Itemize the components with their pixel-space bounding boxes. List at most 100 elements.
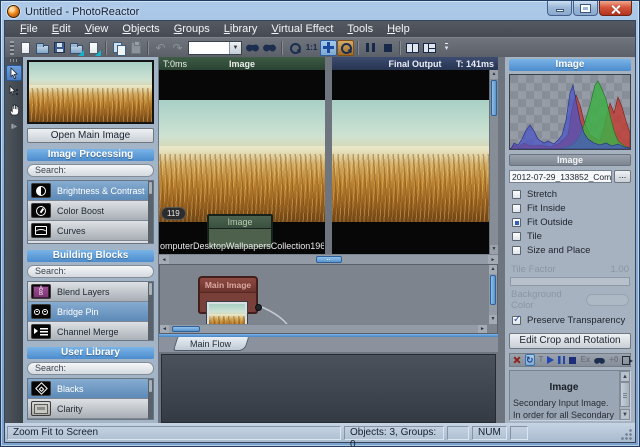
stop-button[interactable]: [379, 40, 396, 56]
menu-help[interactable]: Help: [380, 22, 417, 36]
redo-button[interactable]: ↷: [169, 40, 186, 56]
workspace-layout-button[interactable]: [421, 40, 438, 56]
plus-zero-button[interactable]: +0: [609, 356, 618, 364]
final-preview-viewport[interactable]: ▲ ▼: [332, 70, 498, 254]
zoom-level-combo[interactable]: ▼: [188, 41, 242, 55]
menu-virtual-effect[interactable]: Virtual Effect: [264, 22, 340, 36]
tile-checkbox[interactable]: [512, 232, 521, 241]
list-item-channel-merge[interactable]: Channel Merge: [28, 322, 153, 341]
scroll-left-icon[interactable]: ◄: [159, 255, 169, 264]
copy-button[interactable]: [110, 40, 127, 56]
section-header-building-blocks[interactable]: Building Blocks: [27, 250, 154, 262]
scroll-down-icon[interactable]: ▼: [489, 315, 497, 324]
close-button[interactable]: [599, 1, 632, 16]
section-header-image-processing[interactable]: Image Processing: [27, 149, 154, 161]
source-preview-header[interactable]: T:0ms Image: [159, 57, 325, 70]
actual-size-button[interactable]: 1:1: [303, 40, 320, 56]
section-header-user-library[interactable]: User Library: [27, 347, 154, 359]
export-object-button[interactable]: [622, 356, 630, 365]
node-editor[interactable]: Main Image ◄ ► ▲ ▼: [159, 264, 498, 334]
pause-button-small[interactable]: [558, 356, 565, 364]
background-color-swatch[interactable]: [586, 294, 629, 306]
option-tile[interactable]: Tile: [509, 230, 631, 243]
browse-button[interactable]: ...: [614, 170, 631, 183]
new-document-button[interactable]: [17, 40, 34, 56]
menu-tools[interactable]: Tools: [340, 22, 380, 36]
reactor-icon[interactable]: [513, 356, 521, 364]
find-object-button[interactable]: [594, 357, 605, 364]
scroll-right-icon[interactable]: ►: [488, 255, 498, 264]
resize-grip[interactable]: [621, 428, 633, 440]
list-item-comparison[interactable]: Comparison B_A: [28, 419, 153, 420]
play-button[interactable]: [547, 356, 554, 364]
paste-button[interactable]: [127, 40, 144, 56]
final-preview-vertical-scrollbar[interactable]: ▲ ▼: [489, 70, 498, 254]
toolstrip-expand-icon[interactable]: ▮▸: [11, 123, 17, 130]
list-item-color-boost[interactable]: Color Boost: [28, 201, 153, 221]
list-scrollbar[interactable]: [148, 282, 153, 340]
scroll-down-icon[interactable]: ▼: [490, 245, 498, 254]
building-blocks-search-input[interactable]: Search:: [27, 265, 154, 278]
menu-groups[interactable]: Groups: [167, 22, 217, 36]
titlebar[interactable]: Untitled - PhotoReactor: [1, 1, 639, 20]
list-item-partial[interactable]: [28, 241, 153, 244]
stop-button-small[interactable]: [569, 357, 576, 364]
find-button[interactable]: [244, 40, 261, 56]
image-section-bar[interactable]: Image: [509, 154, 631, 166]
pan-tool-button[interactable]: [6, 101, 22, 117]
split-view-button[interactable]: [404, 40, 421, 56]
find-next-button[interactable]: [261, 40, 278, 56]
image-processing-search-input[interactable]: Search:: [27, 164, 154, 177]
open-file-button[interactable]: [34, 40, 51, 56]
list-item-blend-layers[interactable]: AB Blend Layers: [28, 282, 153, 302]
save-button[interactable]: [51, 40, 68, 56]
fit-outside-checkbox[interactable]: [512, 218, 521, 227]
fit-to-screen-button[interactable]: [320, 40, 337, 56]
node-select-tool-button[interactable]: [6, 83, 22, 99]
menu-objects[interactable]: Objects: [115, 22, 166, 36]
option-stretch[interactable]: Stretch: [509, 188, 631, 201]
zoom-tool-button[interactable]: [337, 40, 354, 56]
toolbar-overflow-button[interactable]: ▾: [438, 40, 455, 56]
list-scrollbar[interactable]: [148, 181, 153, 243]
pause-button[interactable]: [362, 40, 379, 56]
tab-main-flow[interactable]: Main Flow: [173, 337, 250, 351]
scroll-up-icon[interactable]: ▲: [490, 70, 498, 79]
menu-library[interactable]: Library: [217, 22, 265, 36]
combo-dropdown-icon[interactable]: ▼: [229, 42, 241, 54]
size-and-place-checkbox[interactable]: [512, 246, 521, 255]
source-preview-viewport[interactable]: 119 Image omputerDesktopWallpapersCollec…: [159, 70, 325, 254]
filename-field[interactable]: 2012-07-29_133852_Compu: [509, 170, 612, 183]
main-image-thumbnail[interactable]: [27, 60, 154, 124]
ex-button[interactable]: Ex: [580, 356, 590, 364]
info-scrollbar[interactable]: ▲ ▼: [619, 371, 630, 420]
option-fit-outside[interactable]: Fit Outside: [509, 216, 631, 229]
node-editor-horizontal-scrollbar[interactable]: ◄ ►: [160, 324, 487, 333]
zoom-button[interactable]: [286, 40, 303, 56]
preserve-transparency-checkbox[interactable]: [512, 316, 521, 325]
toolstrip-grip[interactable]: [10, 59, 18, 62]
preview-splitter[interactable]: [325, 57, 332, 254]
node-output-pin[interactable]: [255, 304, 262, 311]
edit-crop-rotation-button[interactable]: Edit Crop and Rotation: [509, 333, 631, 349]
undo-button[interactable]: ↶: [152, 40, 169, 56]
preview-horizontal-scrollbar[interactable]: ◄ ►: [159, 254, 498, 264]
maximize-button[interactable]: [573, 1, 598, 16]
stretch-checkbox[interactable]: [512, 190, 521, 199]
menu-view[interactable]: View: [78, 22, 116, 36]
list-scrollbar[interactable]: [148, 379, 153, 419]
scrollbar-thumb[interactable]: [620, 382, 630, 407]
main-image-node[interactable]: Main Image: [198, 276, 258, 314]
minimize-button[interactable]: [547, 1, 572, 16]
option-size-and-place[interactable]: Size and Place: [509, 244, 631, 257]
properties-header[interactable]: Image: [509, 59, 631, 71]
option-preserve-transparency[interactable]: Preserve Transparency: [509, 314, 631, 327]
scrollbar-thumb[interactable]: [491, 80, 497, 116]
option-fit-inside[interactable]: Fit Inside: [509, 202, 631, 215]
import-image-button[interactable]: [68, 40, 85, 56]
refresh-button[interactable]: ↻: [525, 354, 535, 366]
select-tool-button[interactable]: [6, 65, 22, 81]
export-image-button[interactable]: [85, 40, 102, 56]
scroll-down-icon[interactable]: ▼: [620, 409, 630, 420]
list-item-clarity[interactable]: Clarity: [28, 399, 153, 419]
